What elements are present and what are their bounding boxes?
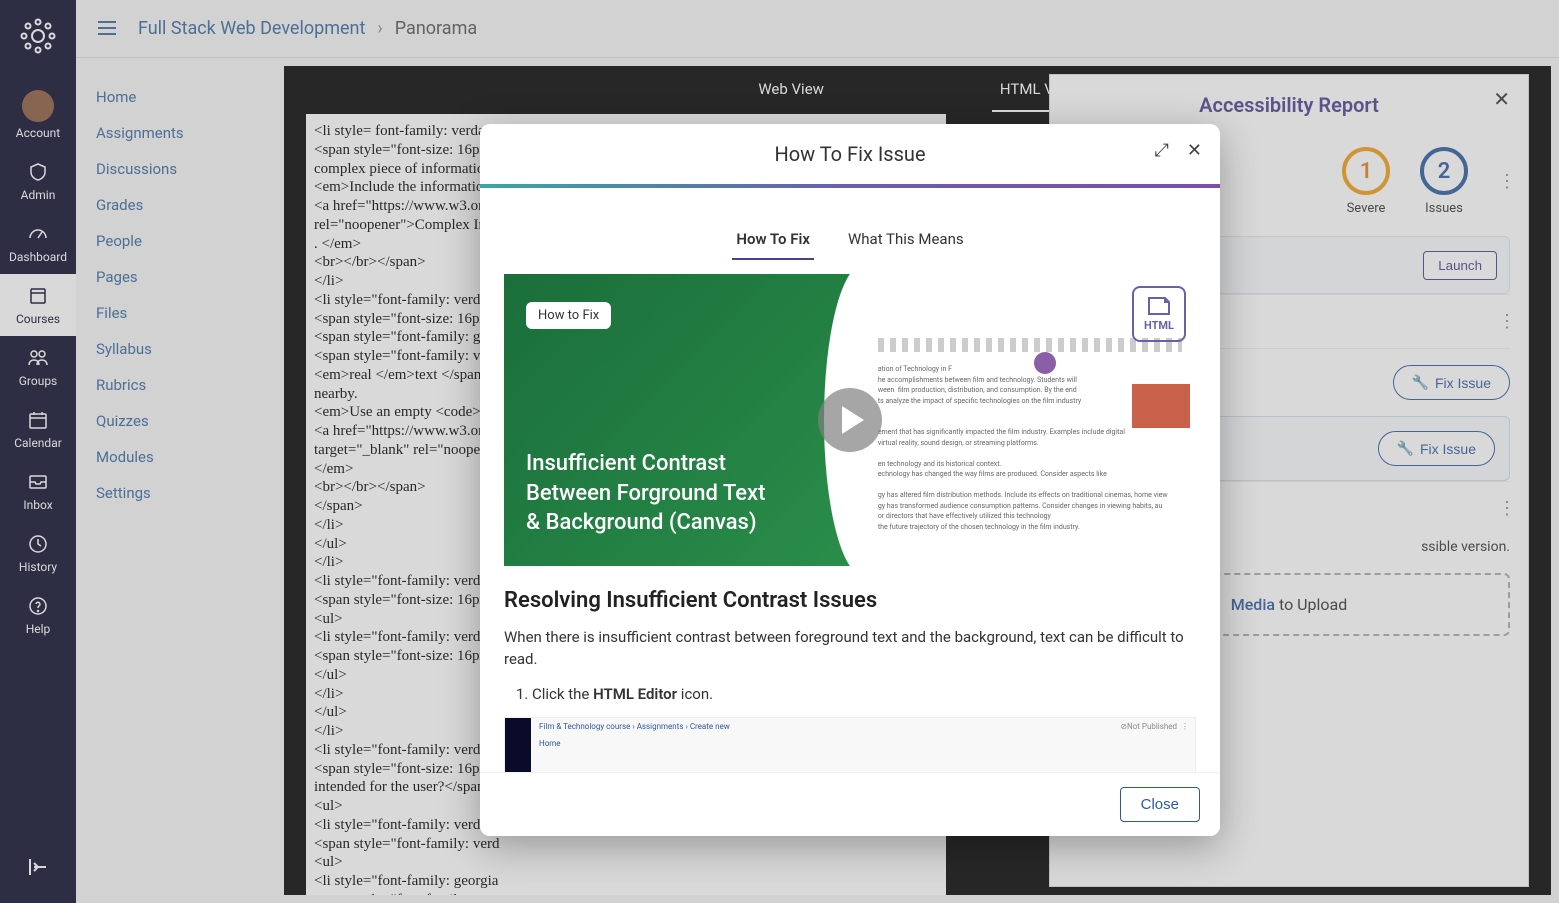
- help-icon: [26, 594, 50, 618]
- more-icon[interactable]: ⋮: [1498, 311, 1510, 332]
- modal-header: How To Fix Issue ⤢ ✕: [480, 124, 1220, 184]
- severity-severe: 1 Severe: [1342, 147, 1390, 216]
- people-icon: [26, 346, 50, 370]
- nav-admin[interactable]: Admin: [0, 150, 76, 212]
- nav-groups[interactable]: Groups: [0, 336, 76, 398]
- issues-count: 2: [1420, 147, 1468, 195]
- nav-dashboard[interactable]: Dashboard: [0, 212, 76, 274]
- course-nav-modules[interactable]: Modules: [96, 448, 256, 466]
- course-nav-syllabus[interactable]: Syllabus: [96, 340, 256, 358]
- play-button[interactable]: [818, 388, 882, 452]
- menu-icon[interactable]: [96, 17, 120, 41]
- course-nav-people[interactable]: People: [96, 232, 256, 250]
- step-1: Click the HTML Editor icon.: [532, 685, 1196, 703]
- article-heading: Resolving Insufficient Contrast Issues: [504, 588, 1196, 613]
- severity-issues: 2 Issues: [1420, 147, 1468, 216]
- nav-history[interactable]: History: [0, 522, 76, 584]
- course-nav-grades[interactable]: Grades: [96, 196, 256, 214]
- html-badge: HTML: [1132, 286, 1186, 342]
- course-nav-quizzes[interactable]: Quizzes: [96, 412, 256, 430]
- breadcrumb-current: Panorama: [395, 18, 477, 39]
- book-icon: [26, 284, 50, 308]
- modal-footer: Close: [480, 772, 1220, 836]
- course-nav-rubrics[interactable]: Rubrics: [96, 376, 256, 394]
- more-icon[interactable]: ⋮: [1498, 171, 1510, 192]
- modal-tabs: How To Fix What This Means: [504, 220, 1196, 260]
- wrench-icon: 🔧: [1397, 440, 1414, 457]
- how-to-fix-modal: How To Fix Issue ⤢ ✕ How To Fix What Thi…: [480, 124, 1220, 836]
- play-icon: [842, 406, 864, 434]
- video-thumbnail[interactable]: How to Fix Insufficient Contrast Between…: [504, 274, 1196, 566]
- global-nav: Account Admin Dashboard Courses Groups C…: [0, 0, 76, 903]
- inbox-icon: [26, 470, 50, 494]
- course-nav: Home Assignments Discussions Grades Peop…: [76, 58, 276, 532]
- tab-what-this-means[interactable]: What This Means: [844, 220, 968, 260]
- tab-how-to-fix[interactable]: How To Fix: [732, 220, 814, 260]
- calendar-icon: [26, 408, 50, 432]
- panel-title: Accessibility Report: [1068, 93, 1510, 117]
- doc-preview-image: [1132, 384, 1190, 428]
- close-icon[interactable]: ✕: [1493, 87, 1510, 111]
- tab-web-view[interactable]: Web View: [750, 68, 832, 112]
- minimize-icon[interactable]: ⤢: [1155, 140, 1169, 161]
- close-button[interactable]: Close: [1120, 787, 1200, 822]
- avatar: [22, 90, 54, 122]
- video-chip: How to Fix: [526, 302, 611, 329]
- cursor-icon: [1034, 352, 1056, 374]
- course-nav-files[interactable]: Files: [96, 304, 256, 322]
- clock-icon: [26, 532, 50, 556]
- shield-icon: [26, 160, 50, 184]
- nav-courses[interactable]: Courses: [0, 274, 76, 336]
- nav-inbox[interactable]: Inbox: [0, 460, 76, 522]
- wrench-icon: 🔧: [1412, 374, 1429, 391]
- nav-account[interactable]: Account: [0, 80, 76, 150]
- launch-button[interactable]: Launch: [1423, 251, 1497, 280]
- collapse-nav[interactable]: [26, 855, 50, 883]
- severe-count: 1: [1342, 147, 1390, 195]
- video-title: Insufficient Contrast Between Forground …: [526, 449, 842, 538]
- course-nav-settings[interactable]: Settings: [96, 484, 256, 502]
- more-icon[interactable]: ⋮: [1498, 498, 1510, 519]
- canvas-logo: [14, 12, 62, 60]
- course-nav-assignments[interactable]: Assignments: [96, 124, 256, 142]
- course-nav-home[interactable]: Home: [96, 88, 256, 106]
- course-nav-pages[interactable]: Pages: [96, 268, 256, 286]
- gauge-icon: [26, 222, 50, 246]
- breadcrumb-bar: Full Stack Web Development › Panorama: [76, 0, 1559, 58]
- close-icon[interactable]: ✕: [1187, 140, 1202, 161]
- chevron-right-icon: ›: [377, 18, 382, 39]
- editor-screenshot: Film & Technology course › Assignments ›…: [504, 717, 1196, 773]
- breadcrumb: Full Stack Web Development › Panorama: [138, 18, 477, 39]
- breadcrumb-course[interactable]: Full Stack Web Development: [138, 18, 365, 39]
- article-paragraph: When there is insufficient contrast betw…: [504, 627, 1196, 671]
- fix-issue-button[interactable]: 🔧 Fix Issue: [1393, 365, 1510, 400]
- fix-issue-button[interactable]: 🔧 Fix Issue: [1378, 431, 1495, 466]
- course-nav-discussions[interactable]: Discussions: [96, 160, 256, 178]
- mini-nav: [505, 718, 531, 773]
- modal-title: How To Fix Issue: [774, 142, 925, 166]
- nav-help[interactable]: Help: [0, 584, 76, 646]
- nav-calendar[interactable]: Calendar: [0, 398, 76, 460]
